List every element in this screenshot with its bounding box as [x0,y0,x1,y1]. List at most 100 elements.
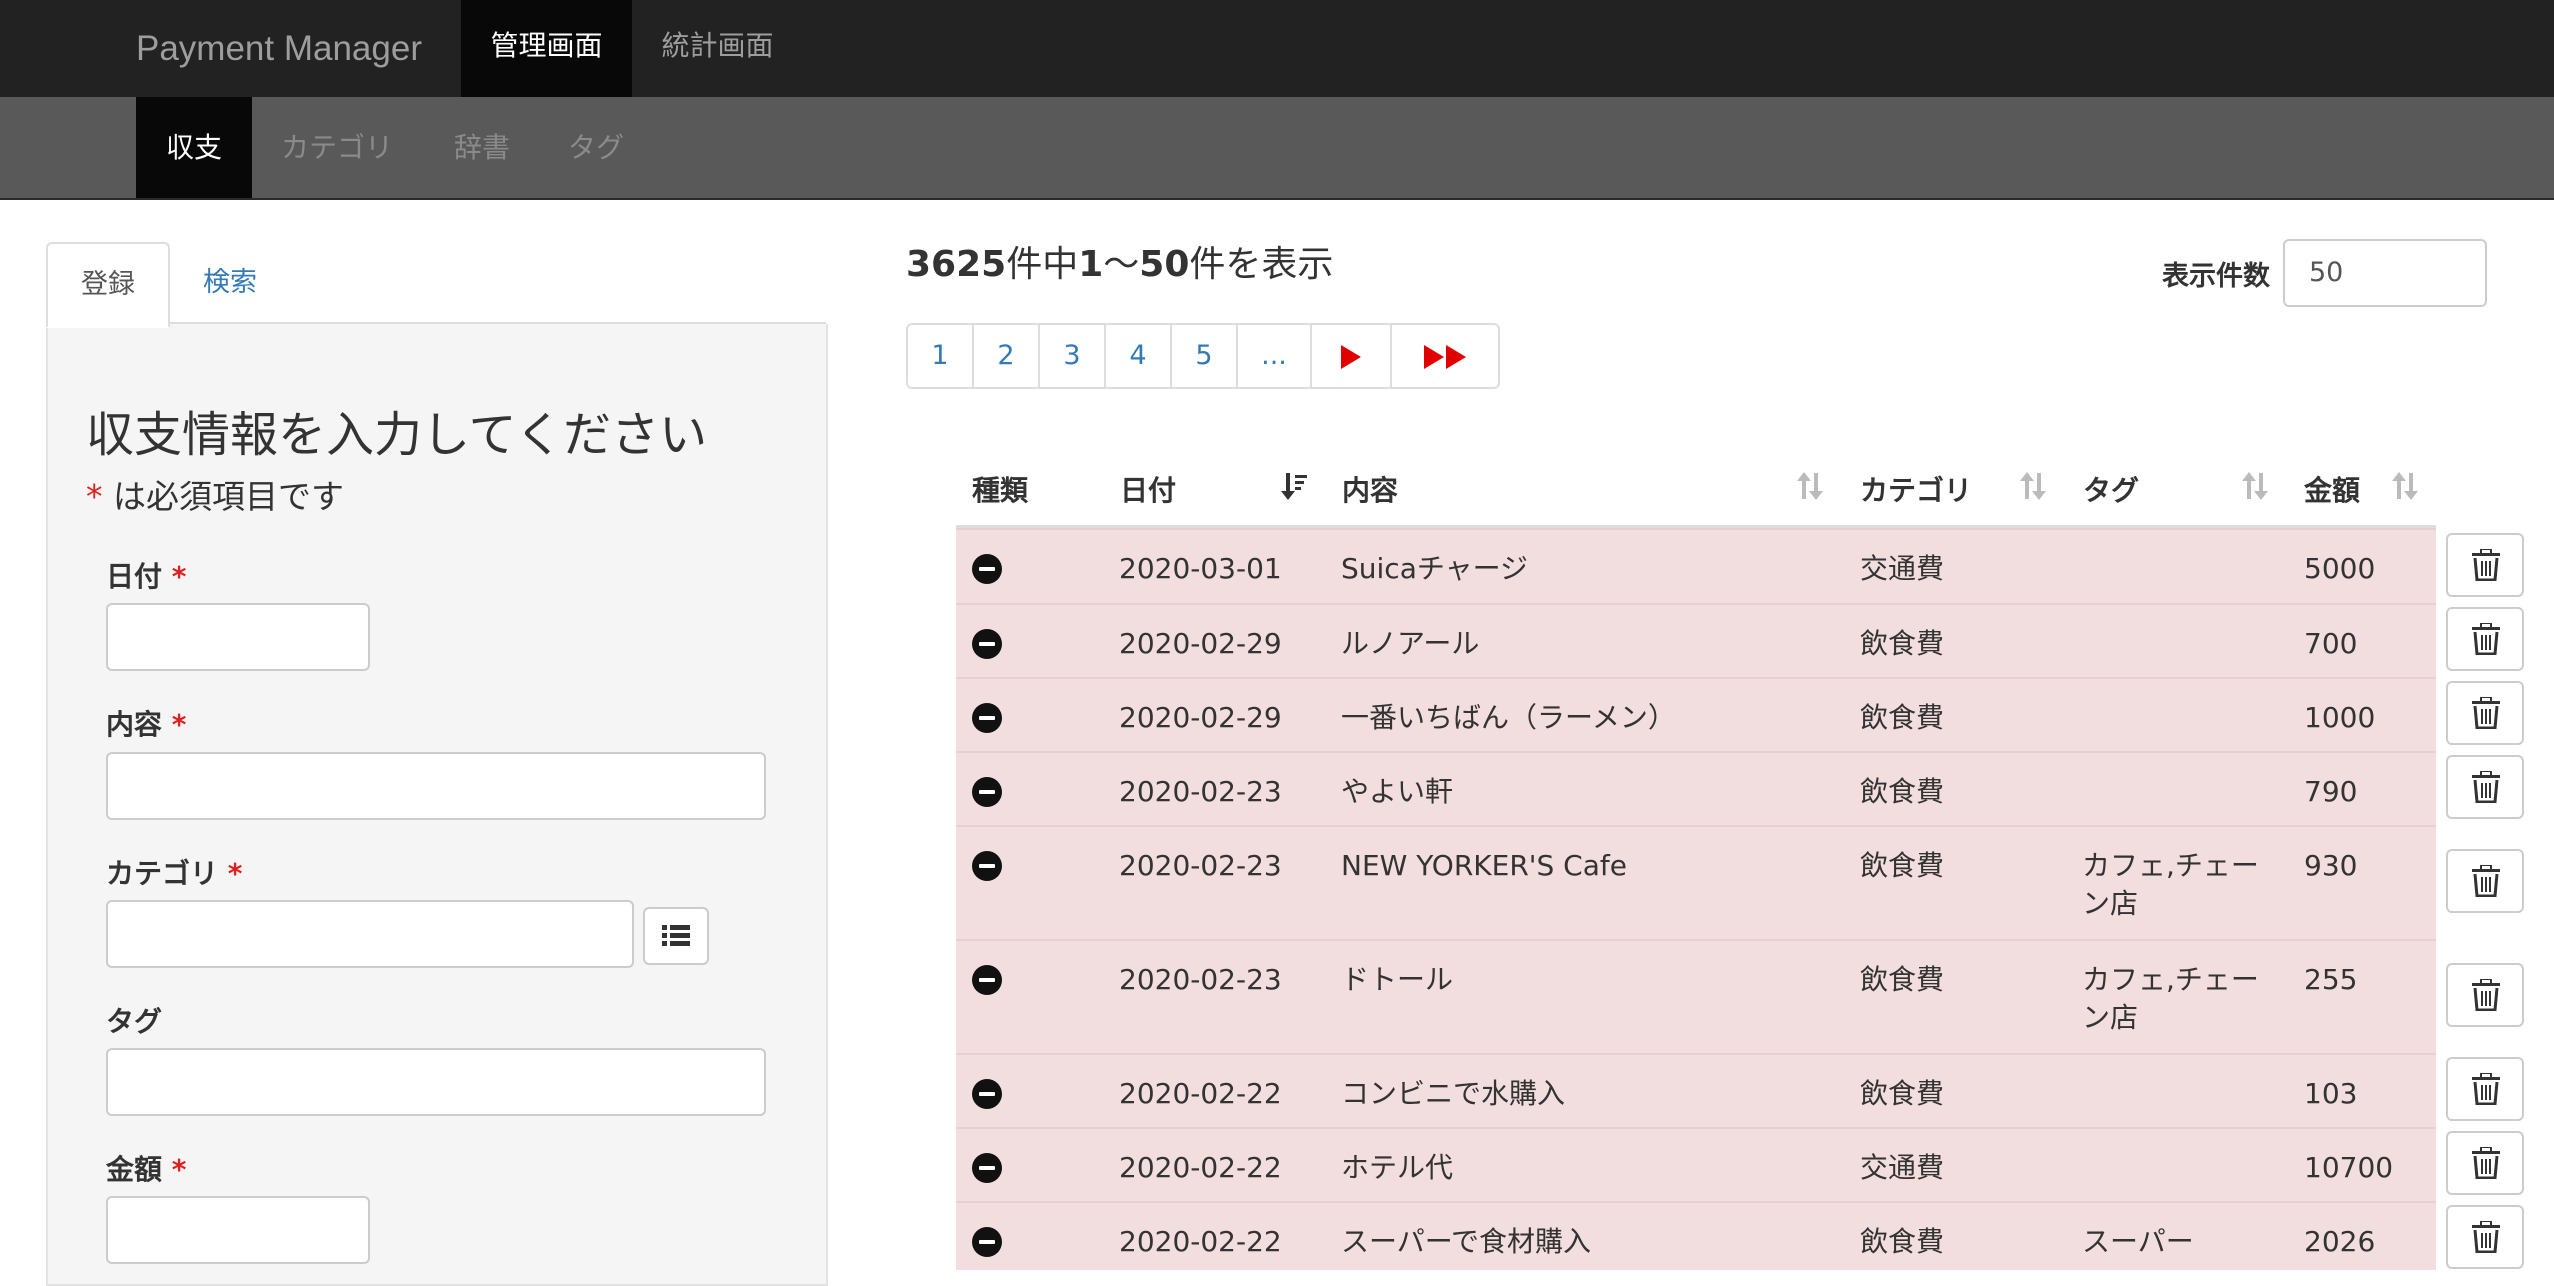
amount-label-text: 金額 [106,1153,163,1186]
row-date: 2020-02-23 [1119,963,1282,996]
trash-icon [2472,979,2500,1011]
row-category: 飲食費 [1860,627,1945,660]
table-row: 2020-02-22 ホテル代 交通費 10700 [956,1127,2436,1201]
row-date: 2020-02-22 [1119,1225,1282,1258]
trash-icon [2472,1073,2500,1105]
form-title: 収支情報を入力してください [86,407,708,463]
header-amount[interactable]: 金額 [2304,469,2360,509]
minus-circle-icon [972,777,1002,807]
required-star: * [171,708,187,741]
content-label-text: 内容 [106,708,163,741]
page-2[interactable]: 2 [974,325,1040,387]
table-row: 2020-02-23 NEW YORKER'S Cafe 飲食費 カフェ,チェー… [956,825,2436,939]
delete-button[interactable] [2446,1057,2524,1121]
row-category: 飲食費 [1860,1225,1945,1258]
page-3[interactable]: 3 [1040,325,1106,387]
category-list-button[interactable] [643,907,709,965]
delete-button[interactable] [2446,755,2524,819]
minus-circle-icon [972,703,1002,733]
sort-icon[interactable] [2020,471,2046,501]
minus-circle-icon [972,554,1002,584]
row-category: 飲食費 [1860,849,1945,882]
trash-icon [2472,697,2500,729]
row-date: 2020-02-29 [1119,701,1282,734]
delete-button[interactable] [2446,849,2524,913]
list-icon [662,925,690,946]
row-date: 2020-02-22 [1119,1151,1282,1184]
row-content: ルノアール [1341,627,1480,660]
row-amount: 1000 [2304,701,2376,734]
results-text-end: 件を表示 [1189,244,1334,285]
row-category: 飲食費 [1860,775,1945,808]
table-row: 2020-02-23 やよい軒 飲食費 790 [956,751,2436,825]
subnav-dictionary[interactable]: 辞書 [440,97,524,198]
sort-icon[interactable] [2392,471,2418,501]
row-content: Suicaチャージ [1341,552,1529,585]
results-tilde: 〜 [1103,244,1140,285]
tag-field[interactable] [106,1048,766,1116]
tab-search[interactable]: 検索 [176,242,284,324]
sort-icon[interactable] [1797,471,1823,501]
per-page-label: 表示件数 [2162,261,2270,292]
row-date: 2020-03-01 [1119,552,1282,585]
subnav-tag[interactable]: タグ [554,97,638,198]
amount-field[interactable] [106,1196,370,1264]
subnav-income-expense[interactable]: 収支 [136,97,252,198]
row-date: 2020-02-22 [1119,1077,1282,1110]
results-total: 3625 [906,244,1007,285]
trash-icon [2472,1221,2500,1253]
minus-circle-icon [972,1227,1002,1257]
tag-label: タグ [106,1005,163,1038]
delete-button[interactable] [2446,533,2524,597]
fast-forward-icon [1424,344,1444,369]
subnav-category[interactable]: カテゴリ [266,97,408,198]
nav-admin[interactable]: 管理画面 [461,0,632,97]
delete-button[interactable] [2446,1131,2524,1195]
table-row: 2020-02-29 ルノアール 飲食費 700 [956,603,2436,677]
row-content: ドトール [1341,963,1454,996]
sort-icon[interactable] [2242,471,2268,501]
category-field[interactable] [106,900,634,968]
trash-icon [2472,865,2500,897]
results-range-start: 1 [1078,244,1104,285]
table-row: 2020-02-22 スーパーで食材購入 飲食費 スーパー 2026 [956,1201,2436,1270]
date-field[interactable] [106,603,370,671]
page-ellipsis[interactable]: ... [1238,325,1312,387]
header-type: 種類 [972,474,1029,507]
page-4[interactable]: 4 [1106,325,1172,387]
row-content: スーパーで食材購入 [1341,1225,1592,1258]
sort-desc-icon[interactable] [1281,471,1307,501]
table-row: 2020-03-01 Suicaチャージ 交通費 5000 [956,528,2436,603]
brand-logo[interactable]: Payment Manager [136,0,422,97]
delete-button[interactable] [2446,607,2524,671]
row-date: 2020-02-29 [1119,627,1282,660]
trash-icon [2472,1147,2500,1179]
page-5[interactable]: 5 [1172,325,1238,387]
amount-label: 金額 * [106,1148,186,1188]
row-tag: カフェ,チェーン店 [2082,963,2259,1034]
sub-navbar: 収支 カテゴリ 辞書 タグ [0,97,2554,200]
minus-circle-icon [972,1153,1002,1183]
row-amount: 10700 [2304,1151,2394,1184]
row-amount: 2026 [2304,1225,2376,1258]
per-page-input[interactable]: 50 [2283,239,2487,307]
date-label: 日付 * [106,555,186,595]
delete-button[interactable] [2446,1205,2524,1269]
page-1[interactable]: 1 [908,325,974,387]
header-tag[interactable]: タグ [2083,469,2139,509]
required-star: * [171,1153,187,1186]
delete-button[interactable] [2446,963,2524,1027]
tab-register[interactable]: 登録 [46,242,170,328]
header-date[interactable]: 日付 [1120,469,1176,509]
content-field[interactable] [106,752,766,820]
row-content: 一番いちばん（ラーメン） [1341,701,1676,734]
nav-statistics[interactable]: 統計画面 [632,0,803,97]
results-range-end: 50 [1139,244,1190,285]
delete-button[interactable] [2446,681,2524,745]
header-category[interactable]: カテゴリ [1860,469,1972,509]
next-page-button[interactable] [1312,325,1392,387]
header-content[interactable]: 内容 [1342,469,1398,509]
last-page-button[interactable] [1392,325,1498,387]
row-category: 交通費 [1860,552,1945,585]
content-label: 内容 * [106,703,186,743]
